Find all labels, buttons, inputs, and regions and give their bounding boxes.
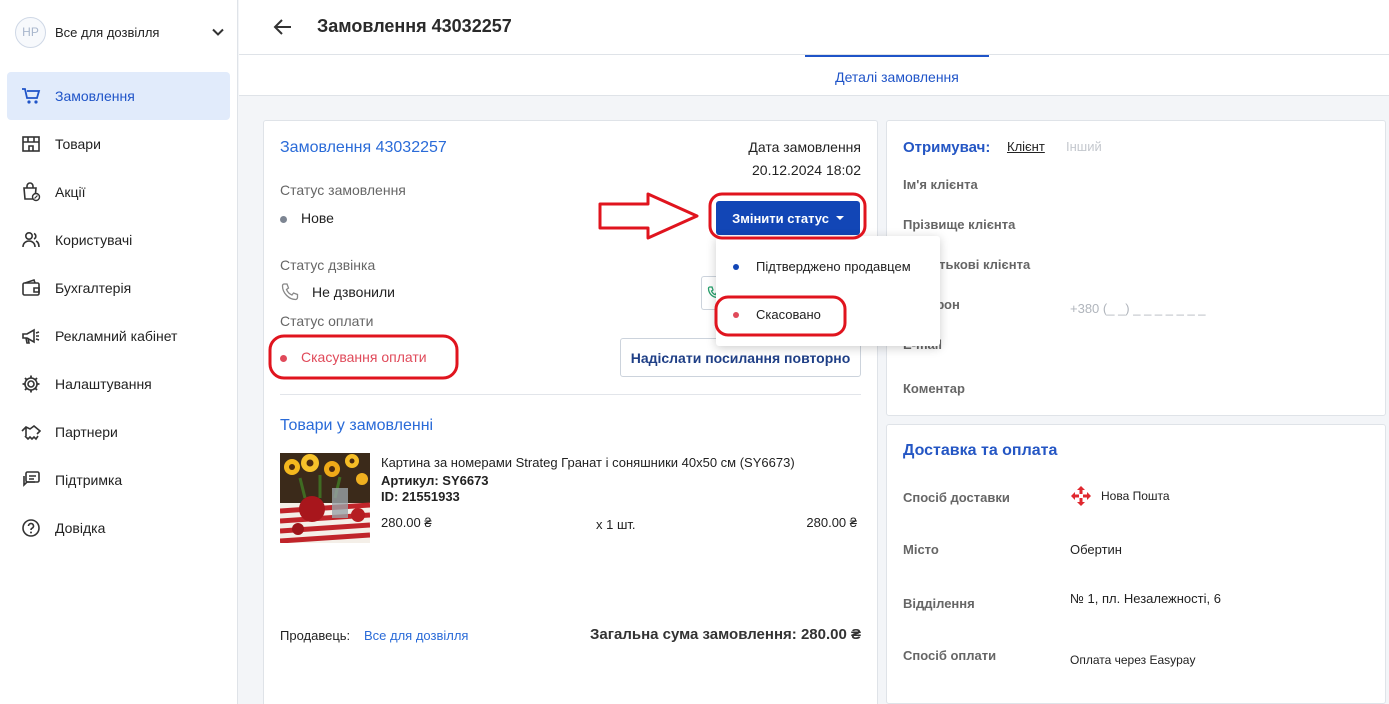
page-title: Замовлення 43032257	[317, 16, 512, 36]
sidebar-item-support[interactable]: Підтримка	[7, 456, 230, 504]
status-option-confirmed[interactable]: Підтверджено продавцем	[733, 259, 911, 274]
caret-down-icon	[835, 216, 844, 220]
cart-icon	[22, 88, 41, 104]
seller-link[interactable]: Все для дозвілля	[364, 628, 468, 643]
divider	[280, 394, 861, 395]
delivery-method: Нова Пошта	[1070, 485, 1170, 507]
chat-icon	[23, 471, 40, 487]
order-status-value: Нове	[301, 210, 334, 226]
option-dot	[733, 263, 739, 270]
back-arrow-icon[interactable]	[273, 17, 293, 37]
wallet-icon	[22, 278, 40, 296]
handshake-icon	[21, 424, 41, 441]
order-date-label: Дата замовлення	[748, 139, 861, 155]
shopping-bag-percent-icon	[23, 182, 41, 202]
payment-status-value: Скасування оплати	[301, 349, 427, 365]
status-dot	[280, 215, 287, 223]
phone-input[interactable]: +380 (_ _) _ _ _ _ _ _ _	[1070, 301, 1206, 316]
order-title: Замовлення 43032257	[280, 139, 447, 156]
shop-selector[interactable]: НР Все для дозвілля	[15, 16, 225, 48]
city-value: Обертин	[1070, 542, 1122, 557]
call-status-label: Статус дзвінка	[280, 257, 376, 273]
sidebar-item-ads-cabinet[interactable]: Рекламний кабінет	[7, 312, 230, 360]
chevron-down-icon	[212, 28, 224, 36]
first-name-label: Ім'я клієнта	[903, 177, 978, 192]
payment-status-dot	[280, 354, 287, 362]
sidebar-item-label: Довідка	[55, 520, 106, 536]
sidebar-item-help[interactable]: Довідка	[7, 504, 230, 552]
seller-label: Продавець:	[280, 628, 351, 643]
last-name-label: Прізвище клієнта	[903, 217, 1016, 232]
call-status-value: Не дзвонили	[312, 284, 395, 300]
recipient-card: Отримувач: Клієнт Інший Ім'я клієнта Прі…	[886, 120, 1386, 416]
sidebar-item-label: Бухгалтерія	[55, 280, 132, 296]
question-circle-icon	[22, 519, 40, 537]
sidebar-item-products[interactable]: Товари	[7, 120, 230, 168]
megaphone-icon	[22, 328, 40, 344]
payment-method-value: Оплата через Easypay	[1070, 653, 1196, 667]
sidebar-item-users[interactable]: Користувачі	[7, 216, 230, 264]
avatar: НР	[15, 16, 46, 48]
shop-name: Все для дозвілля	[55, 24, 160, 40]
status-option-cancelled[interactable]: Скасовано	[733, 307, 821, 322]
payment-status-label: Статус оплати	[280, 313, 374, 329]
tab-other[interactable]: Інший	[1066, 139, 1102, 154]
gear-icon	[22, 375, 40, 393]
phone-icon	[281, 283, 299, 301]
product-name[interactable]: Картина за номерами Strateg Гранат і сон…	[381, 455, 795, 470]
sidebar-item-promotions[interactable]: Акції	[7, 168, 230, 216]
sidebar-item-label: Рекламний кабінет	[55, 328, 178, 344]
order-date-value: 20.12.2024 18:02	[752, 162, 861, 178]
branch-label: Відділення	[903, 596, 975, 611]
tab-bar: Деталі замовлення	[239, 55, 1389, 96]
sidebar-item-label: Налаштування	[55, 376, 152, 392]
sidebar: НР Все для дозвілля Замовлення Товари Ак…	[0, 0, 238, 704]
sidebar-item-orders[interactable]: Замовлення	[7, 72, 230, 120]
status-dropdown-menu: Підтверджено продавцем Скасовано	[716, 236, 940, 346]
product-total: 280.00 ₴	[806, 515, 857, 530]
tab-order-details[interactable]: Деталі замовлення	[805, 55, 989, 95]
comment-label: Коментар	[903, 381, 965, 396]
order-total: Загальна сума замовлення: 280.00 ₴	[590, 626, 861, 643]
page-header: Замовлення 43032257	[239, 0, 1389, 55]
branch-value: № 1, пл. Незалежності, 6	[1070, 591, 1221, 606]
product-sku: Артикул: SY6673	[381, 473, 489, 488]
sidebar-item-label: Товари	[55, 136, 101, 152]
change-status-label: Змінити статус	[732, 210, 829, 226]
sidebar-item-settings[interactable]: Налаштування	[7, 360, 230, 408]
products-title: Товари у замовленні	[280, 417, 434, 434]
delivery-title: Доставка та оплата	[903, 442, 1058, 459]
product-id: ID: 21551933	[381, 489, 460, 504]
delivery-card: Доставка та оплата Спосіб доставки Нова …	[886, 424, 1386, 704]
sidebar-item-accounting[interactable]: Бухгалтерія	[7, 264, 230, 312]
option-dot	[733, 311, 739, 318]
payment-status: Скасування оплати	[280, 349, 427, 365]
city-label: Місто	[903, 542, 939, 557]
payment-method-label: Спосіб оплати	[903, 648, 997, 663]
delivery-method-value: Нова Пошта	[1101, 489, 1170, 503]
product-quantity: х 1 шт.	[596, 517, 636, 532]
recipient-title: Отримувач:	[903, 139, 991, 156]
sidebar-item-label: Користувачі	[55, 232, 133, 248]
nova-poshta-logo-icon	[1071, 486, 1091, 506]
users-icon	[22, 231, 40, 248]
delivery-method-label: Спосіб доставки	[903, 490, 1010, 505]
call-status: Не дзвонили	[280, 282, 395, 302]
order-status: Нове	[280, 210, 334, 226]
order-status-label: Статус замовлення	[280, 182, 406, 198]
tab-client[interactable]: Клієнт	[1007, 139, 1045, 154]
sidebar-item-label: Замовлення	[55, 88, 135, 104]
store-icon	[22, 136, 40, 152]
status-option-label: Скасовано	[756, 307, 821, 322]
sidebar-item-label: Підтримка	[55, 472, 123, 488]
sidebar-nav: Замовлення Товари Акції Користувачі Бухг…	[7, 72, 230, 552]
change-status-button[interactable]: Змінити статус	[716, 201, 860, 235]
product-price: 280.00 ₴	[381, 515, 432, 530]
product-image	[280, 453, 370, 543]
order-card: Замовлення 43032257 Дата замовлення 20.1…	[263, 120, 878, 704]
status-option-label: Підтверджено продавцем	[756, 259, 911, 274]
sidebar-item-partners[interactable]: Партнери	[7, 408, 230, 456]
sidebar-item-label: Акції	[55, 184, 86, 200]
sidebar-item-label: Партнери	[55, 424, 118, 440]
